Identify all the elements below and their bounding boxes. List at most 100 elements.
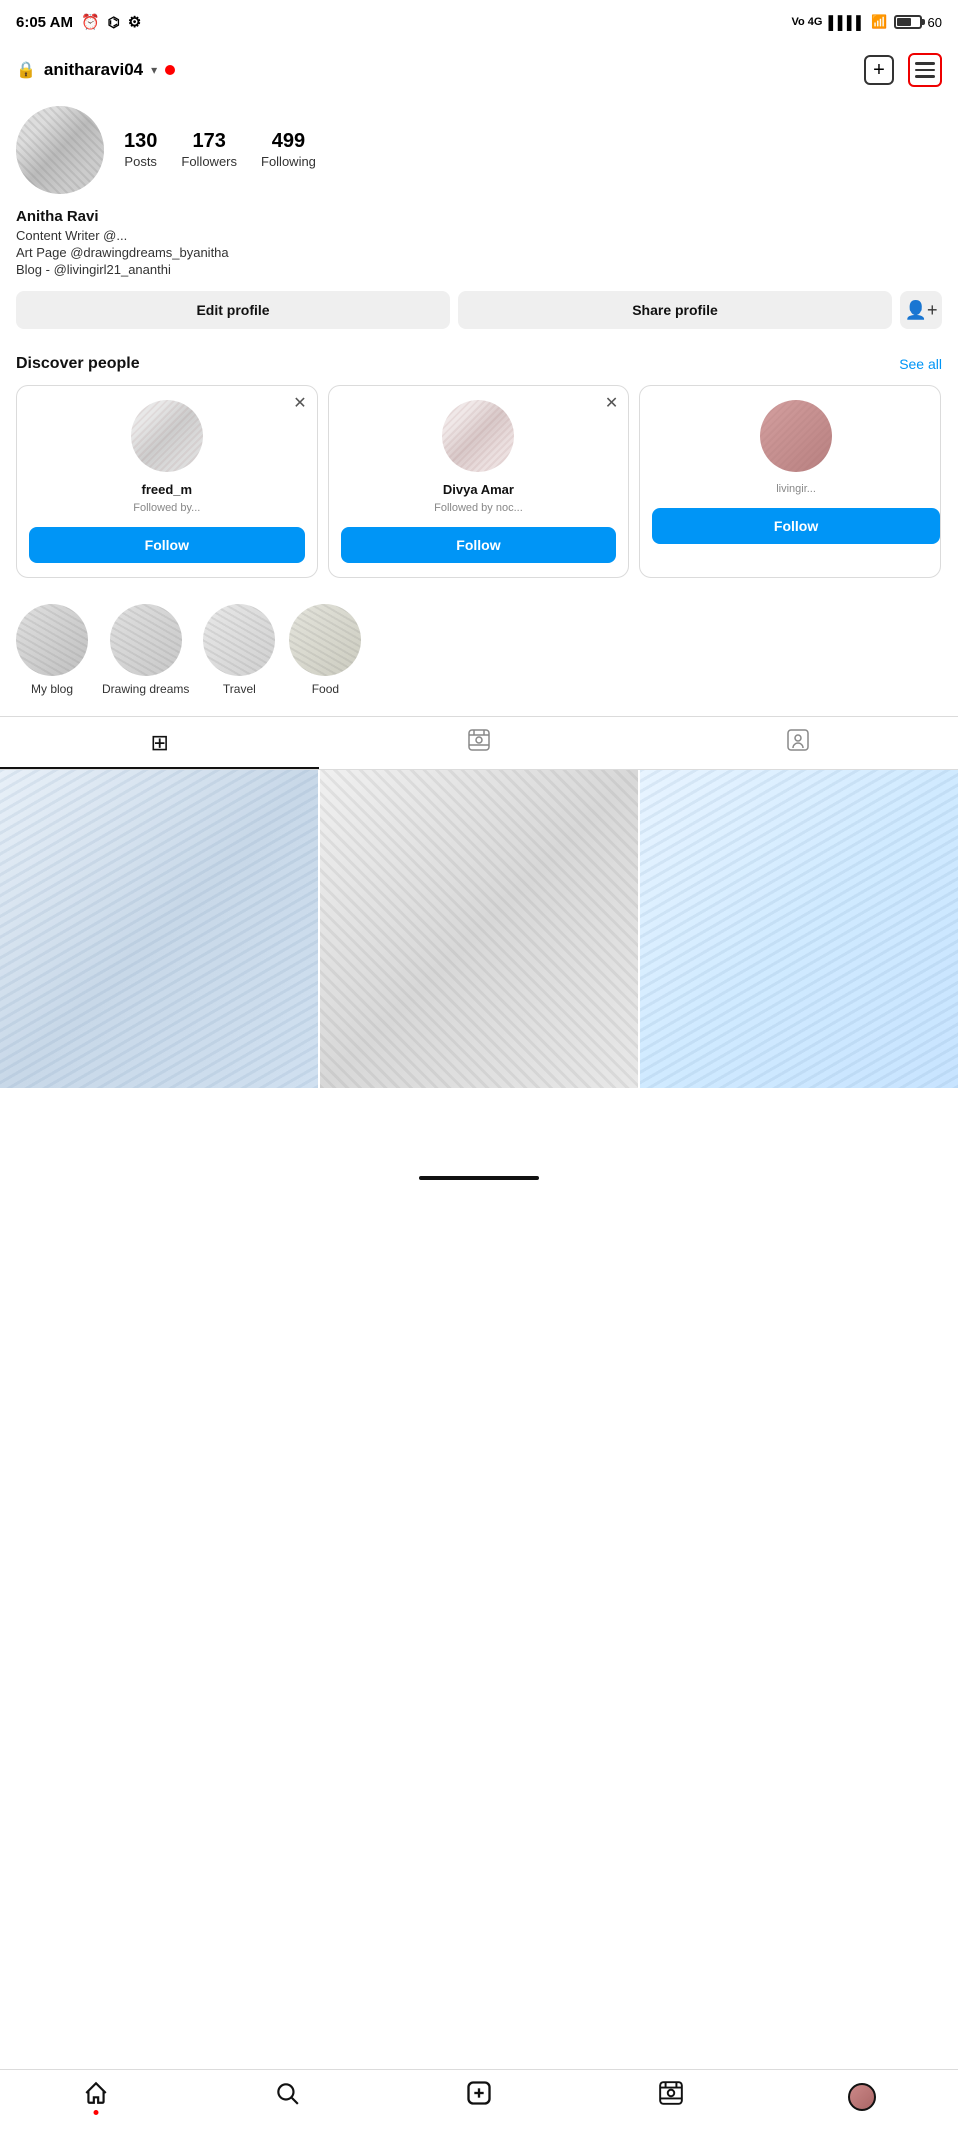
posts-grid	[0, 770, 958, 1088]
alarm-icon: ⏰	[81, 13, 100, 31]
nav-reels-button[interactable]	[649, 2075, 693, 2119]
chevron-down-icon[interactable]: ▾	[151, 63, 157, 77]
see-all-link[interactable]: See all	[899, 356, 942, 372]
tab-tagged[interactable]	[639, 717, 958, 769]
status-bar: 6:05 AM ⏰ ⌬ ⚙ Vo 4G ▌▌▌▌ 📶 60	[0, 0, 958, 44]
menu-line-1	[915, 62, 935, 65]
bio-area: Anitha Ravi Content Writer @... Art Page…	[16, 208, 942, 277]
follow-button-3[interactable]: Follow	[652, 508, 940, 544]
highlight-label-3: Travel	[223, 682, 256, 696]
posts-count: 130	[124, 130, 157, 153]
username-label: anitharavi04	[44, 60, 143, 80]
discover-section: Discover people See all ✕ freed_m Follow…	[0, 355, 958, 578]
close-card-1-button[interactable]: ✕	[293, 396, 306, 412]
highlight-label-2: Drawing dreams	[102, 682, 189, 696]
highlight-item-4[interactable]: Food	[289, 604, 361, 696]
discover-card-1: ✕ freed_m Followed by... Follow	[16, 385, 318, 578]
lock-icon: 🔒	[16, 60, 36, 80]
following-count: 499	[261, 130, 316, 153]
action-buttons: Edit profile Share profile 👤+	[16, 291, 942, 329]
highlight-circle-1	[16, 604, 88, 676]
share-profile-button[interactable]: Share profile	[458, 291, 892, 329]
add-person-icon: 👤+	[905, 300, 938, 321]
tab-grid[interactable]: ⊞	[0, 717, 319, 769]
follow-button-2[interactable]: Follow	[341, 527, 617, 563]
time-display: 6:05 AM	[16, 14, 73, 31]
menu-line-3	[915, 75, 935, 78]
followers-stat[interactable]: 173 Followers	[181, 130, 237, 171]
post-tabs: ⊞	[0, 716, 958, 770]
avatar[interactable]	[16, 106, 104, 194]
nav-add-button[interactable]	[457, 2075, 501, 2119]
battery-level: 60	[928, 15, 942, 30]
following-label: Following	[261, 154, 316, 169]
card-avatar-3	[760, 400, 832, 472]
highlight-circle-4	[289, 604, 361, 676]
menu-line-2	[915, 69, 935, 72]
highlights-section: My blog Drawing dreams Travel Food	[0, 594, 958, 706]
discover-title: Discover people	[16, 355, 140, 373]
add-friend-button[interactable]: 👤+	[900, 291, 942, 329]
notification-dot	[165, 65, 175, 75]
bio-line-2: Art Page @drawingdreams_byanitha	[16, 245, 942, 260]
home-notification-dot	[93, 2110, 98, 2115]
add-icon	[465, 2079, 493, 2114]
discover-card-2: ✕ Divya Amar Followed by noc... Follow	[328, 385, 630, 578]
post-thumbnail-3[interactable]	[640, 770, 958, 1088]
highlight-item-3[interactable]: Travel	[203, 604, 275, 696]
card-name-2: Divya Amar	[443, 482, 514, 497]
card-name-1: freed_m	[142, 482, 193, 497]
stats-area: 130 Posts 173 Followers 499 Following	[124, 130, 942, 171]
highlight-label-1: My blog	[31, 682, 73, 696]
card-avatar-2	[442, 400, 514, 472]
signal-text: Vo 4G	[792, 16, 823, 28]
nav-home-button[interactable]	[74, 2075, 118, 2119]
close-card-2-button[interactable]: ✕	[605, 396, 618, 412]
card-meta-1: Followed by...	[133, 501, 200, 515]
avatar-placeholder	[16, 106, 104, 194]
discover-header: Discover people See all	[16, 355, 942, 373]
bio-line-3: Blog - @livingirl21_ananthi	[16, 262, 942, 277]
grid-icon: ⊞	[150, 730, 168, 756]
edit-profile-button[interactable]: Edit profile	[16, 291, 450, 329]
tab-reels[interactable]	[319, 717, 638, 769]
highlight-circle-3	[203, 604, 275, 676]
profile-section: 130 Posts 173 Followers 499 Following An…	[0, 96, 958, 355]
profile-header: 130 Posts 173 Followers 499 Following	[16, 106, 942, 194]
bio-line-1: Content Writer @...	[16, 228, 942, 243]
highlight-circle-2	[110, 604, 182, 676]
status-time: 6:05 AM ⏰ ⌬ ⚙	[16, 13, 141, 31]
card-meta-3: livingir...	[776, 482, 816, 496]
post-thumbnail-1[interactable]	[0, 770, 318, 1088]
card-meta-2: Followed by noc...	[434, 501, 523, 515]
settings-icon: ⚙	[128, 13, 141, 31]
nav-icons: +	[864, 53, 942, 87]
nav-profile-avatar	[848, 2083, 876, 2111]
status-right: Vo 4G ▌▌▌▌ 📶 60	[792, 14, 942, 30]
discover-cards: ✕ freed_m Followed by... Follow ✕ Divya …	[16, 385, 942, 578]
follow-button-1[interactable]: Follow	[29, 527, 305, 563]
menu-button[interactable]	[908, 53, 942, 87]
posts-stat[interactable]: 130 Posts	[124, 130, 157, 171]
following-stat[interactable]: 499 Following	[261, 130, 316, 171]
plus-icon: +	[873, 59, 885, 82]
bottom-nav	[0, 2069, 958, 2129]
card-avatar-1	[131, 400, 203, 472]
gesture-indicator	[419, 1176, 539, 1180]
highlight-item-1[interactable]: My blog	[16, 604, 88, 696]
posts-label: Posts	[124, 154, 157, 169]
battery-icon	[894, 15, 922, 29]
home-icon	[83, 2080, 109, 2113]
post-thumbnail-2[interactable]	[320, 770, 638, 1088]
signal-bars: ▌▌▌▌	[829, 15, 866, 30]
nav-profile-button[interactable]	[840, 2075, 884, 2119]
profile-name: Anitha Ravi	[16, 208, 942, 225]
discover-card-3-partial: livingir... Follow	[639, 385, 941, 578]
highlight-item-2[interactable]: Drawing dreams	[102, 604, 189, 696]
followers-count: 173	[181, 130, 237, 153]
nav-search-button[interactable]	[265, 2075, 309, 2119]
activity-icon: ⌬	[108, 14, 120, 31]
add-post-button[interactable]: +	[864, 55, 894, 85]
top-nav: 🔒 anitharavi04 ▾ +	[0, 44, 958, 96]
username-area: 🔒 anitharavi04 ▾	[16, 60, 175, 80]
